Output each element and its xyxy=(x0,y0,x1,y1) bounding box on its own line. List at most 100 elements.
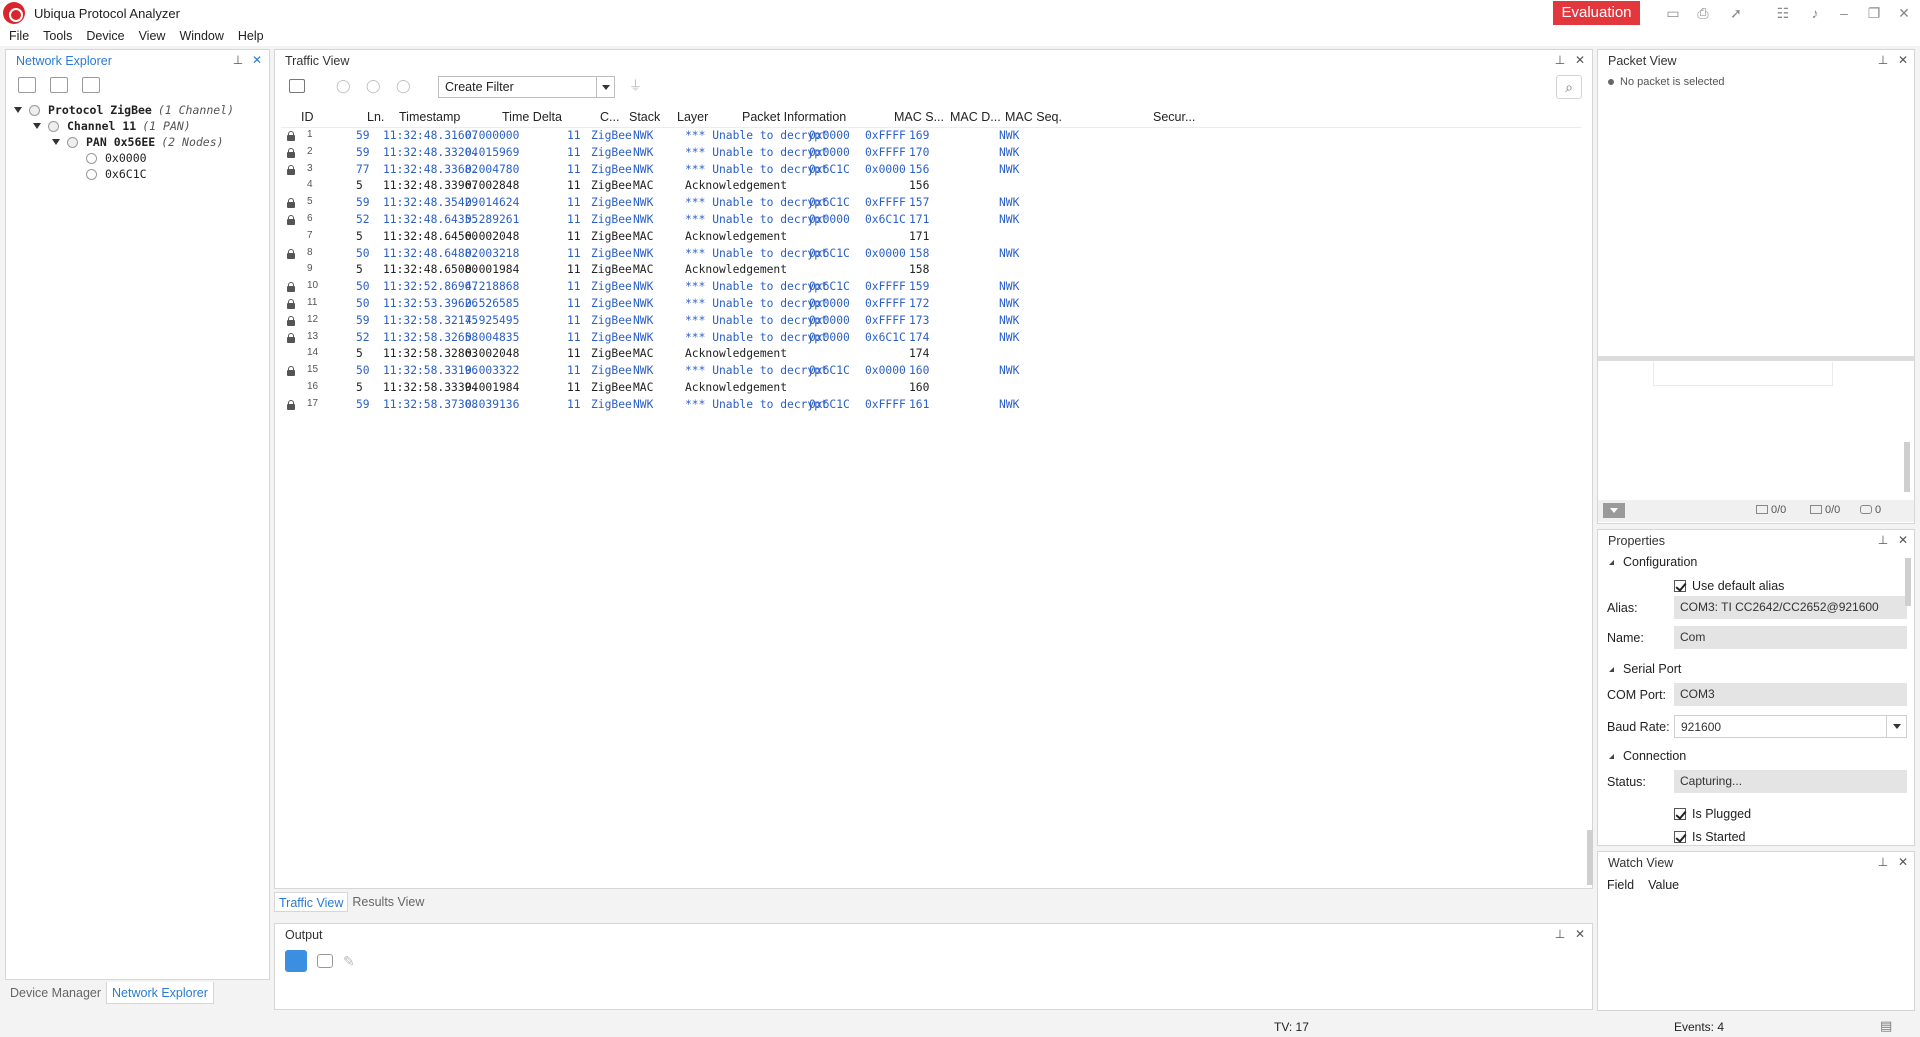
tab-results-view[interactable]: Results View xyxy=(348,892,428,912)
pin-icon[interactable]: ⊥ xyxy=(231,53,245,67)
col-field[interactable]: Field xyxy=(1607,878,1634,892)
clear-icon[interactable]: ✎ xyxy=(343,953,359,969)
pin-icon[interactable]: ⊥ xyxy=(1876,855,1890,869)
is-started-checkbox[interactable]: Is Started xyxy=(1674,830,1746,844)
table-row[interactable]: 15 50 11:32:58.33196 0.003322 11 ZigBee NWK ***… xyxy=(281,363,1581,380)
table-row[interactable]: 5 59 11:32:48.35429 0.014624 11 ZigBee NWK *** … xyxy=(281,195,1581,212)
export-icon[interactable]: ⎙ xyxy=(1694,4,1712,22)
splitter[interactable] xyxy=(1598,356,1914,361)
menu-view[interactable]: View xyxy=(139,29,166,43)
tree-channel[interactable]: Channel 11 (1 PAN) xyxy=(33,118,191,134)
col-packet-info[interactable]: Packet Information xyxy=(742,110,846,124)
close-icon[interactable]: ✕ xyxy=(1896,855,1910,869)
menu-tools[interactable]: Tools xyxy=(43,29,72,43)
table-row[interactable]: 2 59 11:32:48.33204 0.015969 11 ZigBee NWK *** … xyxy=(281,145,1581,162)
close-icon[interactable]: ✕ xyxy=(1896,53,1910,67)
col-channel[interactable]: C... xyxy=(600,110,619,124)
menu-file[interactable]: File xyxy=(9,29,29,43)
vertical-scrollbar[interactable] xyxy=(1904,442,1910,492)
use-default-alias-checkbox[interactable]: Use default alias xyxy=(1674,579,1784,593)
col-timestamp[interactable]: Timestamp xyxy=(399,110,460,124)
checkbox-icon[interactable] xyxy=(1674,808,1686,820)
menu-window[interactable]: Window xyxy=(179,29,223,43)
pin-icon[interactable]: ⊥ xyxy=(1553,927,1567,941)
table-row[interactable]: 8 50 11:32:48.64882 0.003218 11 ZigBee NWK *** … xyxy=(281,246,1581,263)
close-icon[interactable]: ✕ xyxy=(1573,53,1587,67)
is-plugged-checkbox[interactable]: Is Plugged xyxy=(1674,807,1751,821)
equalizer-icon[interactable]: ☷ xyxy=(1774,4,1792,22)
tab-network-explorer[interactable]: Network Explorer xyxy=(106,982,214,1004)
collapse-arrow-icon[interactable] xyxy=(1606,559,1614,565)
pin-icon[interactable]: ⊥ xyxy=(1553,53,1567,67)
log-list-icon[interactable] xyxy=(285,950,307,972)
rocket-icon[interactable]: ➚ xyxy=(1727,4,1745,22)
table-row[interactable]: 3 77 11:32:48.33682 0.004780 11 ZigBee NWK *** … xyxy=(281,162,1581,179)
table-row[interactable]: 9 5 11:32:48.65080 0.001984 11 ZigBee MAC Ackno… xyxy=(281,262,1581,279)
col-mac-src[interactable]: MAC S... xyxy=(894,110,944,124)
tree-protocol[interactable]: Protocol ZigBee (1 Channel) xyxy=(14,102,234,118)
table-row[interactable]: 17 59 11:32:58.37308 0.039136 11 ZigBee NWK ***… xyxy=(281,397,1581,414)
table-row[interactable]: 13 52 11:32:58.32658 0.004835 11 ZigBee NWK ***… xyxy=(281,330,1581,347)
table-row[interactable]: 4 5 11:32:48.33967 0.002848 11 ZigBee MAC Ackno… xyxy=(281,178,1581,195)
menu-help[interactable]: Help xyxy=(238,29,264,43)
table-row[interactable]: 6 52 11:32:48.64355 0.289261 11 ZigBee NWK *** … xyxy=(281,212,1581,229)
section-connection[interactable]: Connection xyxy=(1606,749,1686,763)
tree-node[interactable]: 0x0000 xyxy=(86,150,147,166)
col-mac-seq[interactable]: MAC Seq. xyxy=(1005,110,1062,124)
table-row[interactable]: 14 5 11:32:58.32863 0.002048 11 ZigBee MAC Ackn… xyxy=(281,346,1581,363)
search-icon[interactable]: ⌕ xyxy=(1556,75,1582,99)
vertical-scrollbar[interactable] xyxy=(1587,830,1593,885)
create-filter-dropdown[interactable]: Create Filter xyxy=(438,76,615,98)
com-port-field[interactable]: COM3 xyxy=(1674,683,1907,706)
expand-arrow-icon[interactable] xyxy=(14,107,22,113)
table-row[interactable]: 7 5 11:32:48.64560 0.002048 11 ZigBee MAC Ackno… xyxy=(281,229,1581,246)
comment-next-icon[interactable]: ◯ xyxy=(396,79,412,93)
chevron-down-icon[interactable] xyxy=(1886,716,1906,737)
table-row[interactable]: 16 5 11:32:58.33394 0.001984 11 ZigBee MAC Ackn… xyxy=(281,380,1581,397)
tree-pan[interactable]: PAN 0x56EE (2 Nodes) xyxy=(52,134,224,150)
checkbox-icon[interactable] xyxy=(1674,831,1686,843)
col-stack[interactable]: Stack xyxy=(629,110,660,124)
expand-arrow-icon[interactable] xyxy=(52,139,60,145)
vertical-scrollbar[interactable] xyxy=(1905,558,1911,606)
columns-icon[interactable] xyxy=(82,77,100,93)
pin-icon[interactable]: ⊥ xyxy=(1876,533,1890,547)
table-icon[interactable] xyxy=(317,954,333,968)
bell-icon[interactable]: ♪ xyxy=(1806,4,1824,22)
col-time-delta[interactable]: Time Delta xyxy=(502,110,562,124)
col-security[interactable]: Secur... xyxy=(1153,110,1195,124)
col-mac-dst[interactable]: MAC D... xyxy=(950,110,1001,124)
table-row[interactable]: 1 59 11:32:48.31607 0.000000 11 ZigBee NWK *** … xyxy=(281,128,1581,145)
tab-traffic-view[interactable]: Traffic View xyxy=(274,892,349,912)
comment-icon[interactable]: ◯ xyxy=(336,79,352,93)
table-row[interactable]: 11 50 11:32:53.39626 0.526585 11 ZigBee NWK ***… xyxy=(281,296,1581,313)
evaluation-badge[interactable]: Evaluation xyxy=(1553,1,1640,25)
tab-device-manager[interactable]: Device Manager xyxy=(5,982,106,1004)
close-window-icon[interactable]: ✕ xyxy=(1895,4,1913,22)
expand-arrow-icon[interactable] xyxy=(33,123,41,129)
pin-icon[interactable]: ⊥ xyxy=(1876,53,1890,67)
name-field[interactable]: Com xyxy=(1674,626,1907,649)
section-configuration[interactable]: Configuration xyxy=(1606,555,1697,569)
collapse-arrow-icon[interactable] xyxy=(1606,666,1614,672)
comment-prev-icon[interactable]: ◯ xyxy=(366,79,382,93)
chevron-down-icon[interactable] xyxy=(1603,503,1625,518)
status-field[interactable]: Capturing... xyxy=(1674,770,1907,793)
chevron-down-icon[interactable] xyxy=(596,77,614,97)
device-icon[interactable]: ▭ xyxy=(1664,4,1682,22)
table-row[interactable]: 12 59 11:32:58.32175 4.925495 11 ZigBee NWK ***… xyxy=(281,313,1581,330)
close-icon[interactable]: ✕ xyxy=(1573,927,1587,941)
funnel-icon[interactable]: ⏚ xyxy=(629,79,645,93)
filter-icon[interactable] xyxy=(18,77,36,93)
minimize-icon[interactable]: – xyxy=(1835,4,1853,22)
copy-icon[interactable] xyxy=(50,77,68,93)
restore-icon[interactable]: ❐ xyxy=(1865,4,1883,22)
collapse-arrow-icon[interactable] xyxy=(1606,753,1614,759)
col-layer[interactable]: Layer xyxy=(677,110,708,124)
col-value[interactable]: Value xyxy=(1648,878,1679,892)
layout-icon[interactable] xyxy=(289,79,305,93)
section-serial-port[interactable]: Serial Port xyxy=(1606,662,1681,676)
col-id[interactable]: ID xyxy=(301,110,314,124)
menu-device[interactable]: Device xyxy=(86,29,124,43)
table-row[interactable]: 10 50 11:32:52.86967 4.218868 11 ZigBee NWK ***… xyxy=(281,279,1581,296)
